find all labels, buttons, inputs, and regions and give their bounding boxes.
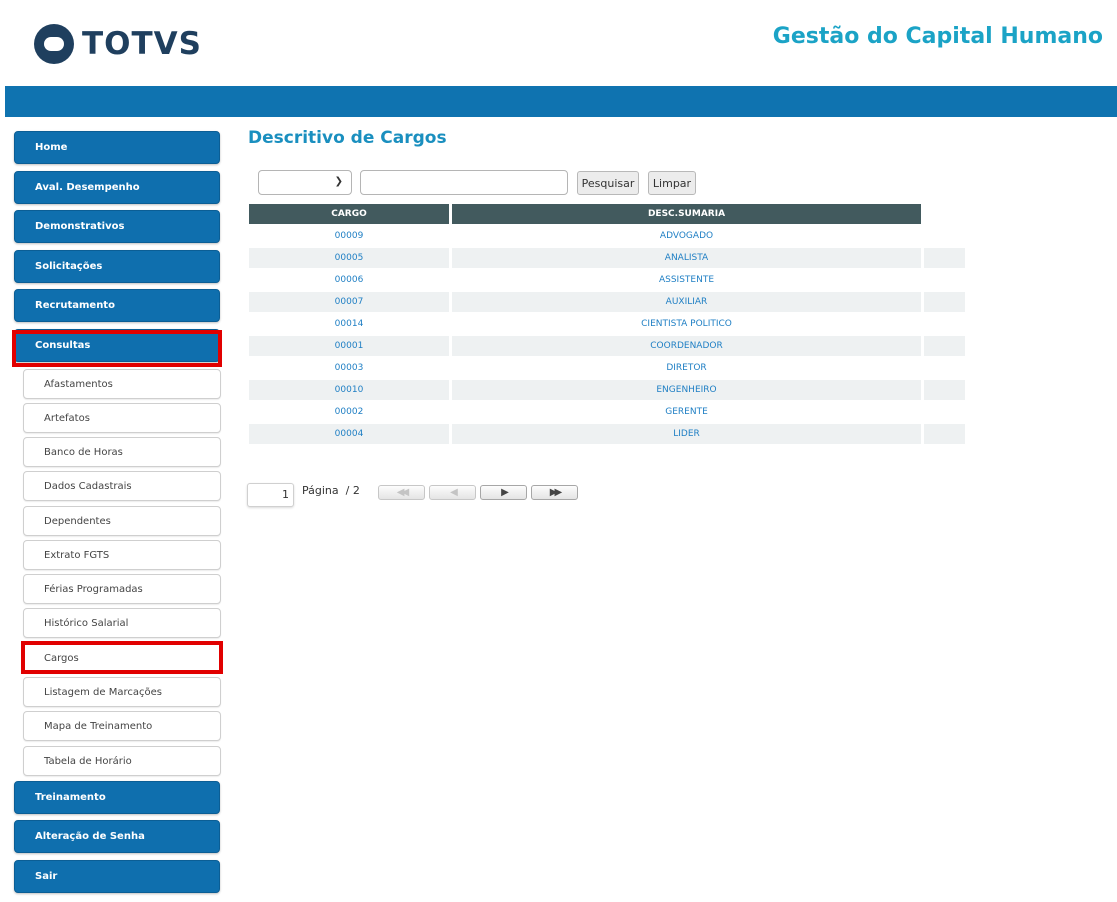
sidebar-item-recrutamento[interactable]: Recrutamento [14,289,220,322]
cell-empty [924,402,965,422]
column-header-desc-sumaria[interactable]: DESC.SUMARIA [452,204,921,224]
cell-empty [924,226,965,246]
table-row[interactable]: 00007 AUXILIAR [249,292,965,312]
cell-desc[interactable]: CIENTISTA POLITICO [452,314,921,334]
cell-desc[interactable]: ENGENHEIRO [452,380,921,400]
cell-empty [924,314,965,334]
page-total: / 2 [345,484,360,497]
search-button[interactable]: Pesquisar [577,171,639,195]
sidebar-item-treinamento[interactable]: Treinamento [14,781,220,814]
previous-page-button[interactable]: ◀ [429,485,476,500]
cell-cargo[interactable]: 00003 [249,358,449,378]
submenu-item-dados-cadastrais[interactable]: Dados Cadastrais [23,471,221,501]
cell-desc[interactable]: ANALISTA [452,248,921,268]
table-row[interactable]: 00014 CIENTISTA POLITICO [249,314,965,334]
submenu-item-banco-de-horas[interactable]: Banco de Horas [23,437,221,467]
cell-cargo[interactable]: 00010 [249,380,449,400]
cell-desc[interactable]: COORDENADOR [452,336,921,356]
last-page-button[interactable]: ▶▶ [531,485,578,500]
sidebar-item-consultas[interactable]: Consultas [14,329,220,362]
chevron-right-icon: ▶ [501,487,509,498]
sidebar-item-home[interactable]: Home [14,131,220,164]
filter-field-select[interactable]: ❯ [258,170,352,195]
sidebar-item-aval-desempenho[interactable]: Aval. Desempenho [14,171,220,204]
submenu-item-artefatos[interactable]: Artefatos [23,403,221,433]
double-chevron-left-icon: ◀◀ [396,487,410,498]
cell-desc[interactable]: GERENTE [452,402,921,422]
search-input[interactable] [360,170,568,195]
submenu-item-ferias-programadas[interactable]: Férias Programadas [23,574,221,604]
table-row[interactable]: 00010 ENGENHEIRO [249,380,965,400]
table-row[interactable]: 00006 ASSISTENTE [249,270,965,290]
cell-cargo[interactable]: 00004 [249,424,449,444]
cell-empty [924,380,965,400]
page-header: TOTVS Gestão do Capital Humano [0,0,1117,86]
cell-desc[interactable]: DIRETOR [452,358,921,378]
submenu-item-listagem-de-marcacoes[interactable]: Listagem de Marcações [23,677,221,707]
sidebar-item-sair[interactable]: Sair [14,860,220,893]
page-label-text: Página [302,484,339,497]
sidebar-item-demonstrativos[interactable]: Demonstrativos [14,210,220,243]
sidebar-item-alteracao-de-senha[interactable]: Alteração de Senha [14,820,220,853]
cell-empty [924,292,965,312]
table-row[interactable]: 00005 ANALISTA [249,248,965,268]
cell-empty [924,248,965,268]
submenu-item-extrato-fgts[interactable]: Extrato FGTS [23,540,221,570]
cell-empty [924,336,965,356]
app-title: Gestão do Capital Humano [772,24,1103,49]
table-row[interactable]: 00003 DIRETOR [249,358,965,378]
submenu-item-mapa-de-treinamento[interactable]: Mapa de Treinamento [23,711,221,741]
cell-cargo[interactable]: 00005 [249,248,449,268]
cell-empty [924,424,965,444]
cell-empty [924,358,965,378]
top-navigation-bar [5,86,1117,117]
cell-cargo[interactable]: 00002 [249,402,449,422]
chevron-left-icon: ◀ [450,487,458,498]
cell-cargo[interactable]: 00007 [249,292,449,312]
cell-cargo[interactable]: 00001 [249,336,449,356]
page-title: Descritivo de Cargos [248,128,447,148]
next-page-button[interactable]: ▶ [480,485,527,500]
table-row[interactable]: 00002 GERENTE [249,402,965,422]
column-header-cargo[interactable]: CARGO [249,204,449,224]
submenu-item-dependentes[interactable]: Dependentes [23,506,221,536]
double-chevron-right-icon: ▶▶ [549,487,563,498]
submenu-item-tabela-de-horario[interactable]: Tabela de Horário [23,746,221,776]
submenu-item-cargos[interactable]: Cargos [23,643,221,673]
submenu-item-historico-salarial[interactable]: Histórico Salarial [23,608,221,638]
first-page-button[interactable]: ◀◀ [378,485,425,500]
cell-cargo[interactable]: 00006 [249,270,449,290]
cell-desc[interactable]: ADVOGADO [452,226,921,246]
cell-desc[interactable]: LIDER [452,424,921,444]
totvs-logo[interactable]: TOTVS [34,24,202,64]
cell-cargo[interactable]: 00014 [249,314,449,334]
submenu-item-afastamentos[interactable]: Afastamentos [23,369,221,399]
cell-empty [924,270,965,290]
sidebar-item-solicitacoes[interactable]: Solicitações [14,250,220,283]
cell-cargo[interactable]: 00009 [249,226,449,246]
table-row[interactable]: 00009 ADVOGADO [249,226,965,246]
table-row[interactable]: 00001 COORDENADOR [249,336,965,356]
clear-button[interactable]: Limpar [648,171,696,195]
page-number-input[interactable]: 1 [247,483,294,507]
totvs-logo-icon [34,24,74,64]
logo-text: TOTVS [82,26,202,62]
chevron-down-icon: ❯ [334,176,343,187]
table-row[interactable]: 00004 LIDER [249,424,965,444]
cell-desc[interactable]: AUXILIAR [452,292,921,312]
page-label: Página / 2 [302,484,360,497]
cell-desc[interactable]: ASSISTENTE [452,270,921,290]
